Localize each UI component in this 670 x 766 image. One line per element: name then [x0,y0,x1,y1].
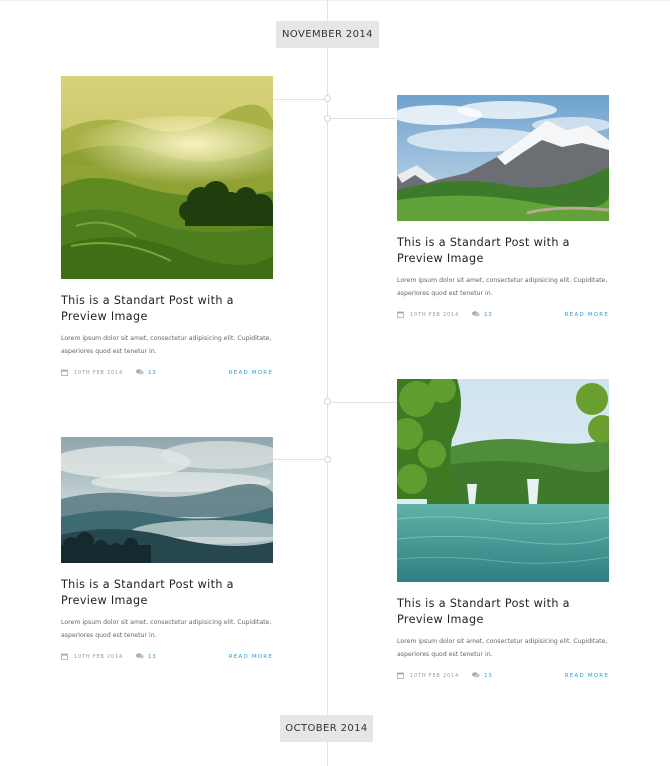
post-card: This is a Standart Post with a Preview I… [397,95,609,320]
connector-left-1 [272,99,328,100]
post-card: This is a Standart Post with a Preview I… [61,437,273,662]
calendar-icon [397,311,404,320]
post-date: 10th Feb 2014 [410,312,459,318]
connector-right-1 [328,118,397,119]
calendar-icon [397,672,404,681]
post-preview-image[interactable] [397,379,609,582]
read-more-link[interactable]: READ MORE [229,370,273,376]
connector-right-2 [328,402,397,403]
timeline-node [324,115,331,122]
timeline-node [324,398,331,405]
read-more-link[interactable]: READ MORE [565,312,609,318]
post-excerpt: Lorem ipsum dolor sit amet, consectetur … [397,638,608,658]
post-card: This is a Standart Post with a Preview I… [61,76,273,378]
post-meta: 10th Feb 2014 13 READ MORE [61,652,273,662]
month-badge-bottom: OCTOBER 2014 [280,715,373,742]
post-title[interactable]: This is a Standart Post with a Preview I… [397,235,609,267]
post-meta: 10th Feb 2014 13 READ MORE [397,310,609,320]
comments-icon [471,672,480,680]
comments-icon [135,653,144,661]
post-date: 10th Feb 2014 [74,370,123,376]
post-excerpt: Lorem ipsum dolor sit amet, consectetur … [61,619,272,639]
timeline-node [324,95,331,102]
comments-icon [471,311,480,319]
post-date: 10th Feb 2014 [74,654,123,660]
comments-count[interactable]: 13 [148,370,157,376]
read-more-link[interactable]: READ MORE [565,673,609,679]
post-date: 10th Feb 2014 [410,673,459,679]
post-excerpt: Lorem ipsum dolor sit amet, consectetur … [61,335,272,355]
post-preview-image[interactable] [61,437,273,563]
post-excerpt: Lorem ipsum dolor sit amet, consectetur … [397,277,608,297]
calendar-icon [61,369,68,378]
post-meta: 10th Feb 2014 13 READ MORE [397,671,609,681]
timeline-node [324,456,331,463]
post-title[interactable]: This is a Standart Post with a Preview I… [61,293,273,325]
post-card: This is a Standart Post with a Preview I… [397,379,609,681]
post-preview-image[interactable] [397,95,609,221]
comments-count[interactable]: 13 [484,312,493,318]
post-title[interactable]: This is a Standart Post with a Preview I… [61,577,273,609]
post-meta: 10th Feb 2014 13 READ MORE [61,368,273,378]
comments-icon [135,369,144,377]
comments-count[interactable]: 13 [148,654,157,660]
post-title[interactable]: This is a Standart Post with a Preview I… [397,596,609,628]
calendar-icon [61,653,68,662]
top-divider [0,0,670,1]
month-badge-top: NOVEMBER 2014 [276,21,379,48]
comments-count[interactable]: 13 [484,673,493,679]
connector-left-2 [272,459,328,460]
read-more-link[interactable]: READ MORE [229,654,273,660]
post-preview-image[interactable] [61,76,273,279]
